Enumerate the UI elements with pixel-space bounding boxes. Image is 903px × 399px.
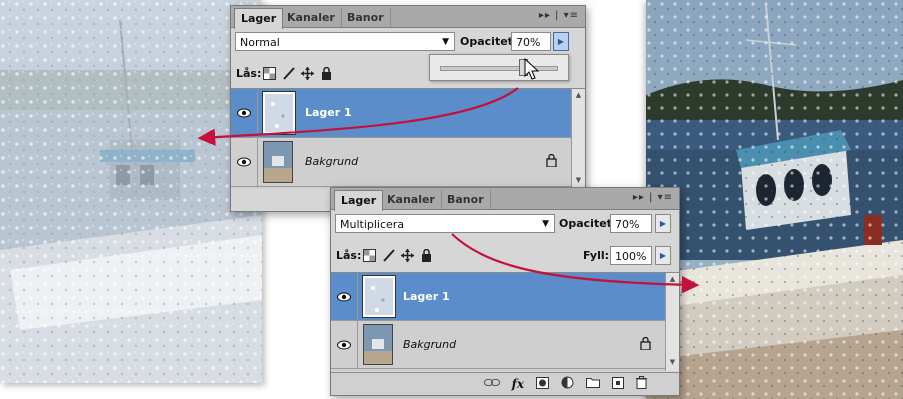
blend-mode-select[interactable]: Multiplicera ▼ (335, 214, 555, 233)
opacity-slider-button[interactable]: ▶ (655, 214, 671, 233)
layer-name: Bakgrund (305, 155, 359, 168)
layer-thumbnail (363, 324, 393, 365)
opacity-label: Opacitet: (559, 217, 617, 230)
fill-input[interactable]: 100% (610, 246, 652, 265)
layers-list: Lager 1 Bakgrund ▲ ▼ (231, 88, 585, 189)
trash-icon[interactable] (636, 376, 647, 392)
visibility-eye-icon[interactable] (231, 89, 258, 137)
tab-banor[interactable]: Banor (341, 8, 391, 27)
visibility-eye-icon[interactable] (331, 321, 358, 368)
lock-move-icon[interactable] (301, 67, 314, 80)
layer-lock-icon (546, 153, 557, 170)
layer-thumbnail (263, 141, 293, 183)
mask-icon[interactable] (536, 376, 549, 392)
tab-lager[interactable]: Lager (334, 190, 384, 211)
layer-row-lager-1[interactable]: Lager 1 (331, 273, 665, 321)
visibility-eye-icon[interactable] (331, 273, 358, 320)
opacity-label: Opacitet: (460, 35, 518, 48)
fill-slider-button[interactable]: ▶ (655, 246, 671, 265)
layer-name: Lager 1 (305, 106, 352, 119)
lock-brush-icon[interactable] (282, 67, 295, 80)
adjustment-icon[interactable] (561, 376, 574, 392)
lock-transparency-icon[interactable] (363, 249, 376, 262)
fx-icon[interactable]: fx (512, 377, 524, 391)
boat-photo-multiply (646, 0, 903, 399)
chevron-down-icon: ▼ (542, 219, 549, 229)
opacity-slider-popup (429, 54, 569, 81)
lock-label: Lås: (336, 249, 362, 262)
lock-brush-icon[interactable] (382, 249, 395, 262)
photo-normal-blend (0, 0, 262, 383)
layer-row-lager-1[interactable]: Lager 1 (231, 89, 571, 138)
blend-mode-value: Normal (240, 36, 280, 49)
tab-kanaler[interactable]: Kanaler (281, 8, 342, 27)
folder-icon[interactable] (586, 377, 600, 391)
layers-list: Lager 1 Bakgrund ▲ ▼ (331, 272, 679, 371)
opacity-input[interactable]: 70% (610, 214, 652, 233)
tab-banor[interactable]: Banor (441, 190, 491, 209)
tab-kanaler[interactable]: Kanaler (381, 190, 442, 209)
blend-mode-select[interactable]: Normal ▼ (235, 32, 455, 51)
new-layer-icon[interactable] (612, 376, 624, 392)
layer-row-bakgrund[interactable]: Bakgrund (231, 138, 571, 187)
blend-mode-value: Multiplicera (340, 218, 405, 231)
panel-tab-bar: Lager Kanaler Banor ▸▸ | ▾≡ (331, 188, 679, 211)
layers-scrollbar[interactable]: ▲ ▼ (571, 89, 585, 189)
link-icon[interactable] (483, 378, 500, 391)
opacity-input[interactable]: 70% (511, 32, 551, 51)
panel-bottom-toolbar: fx (331, 372, 679, 395)
tab-lager[interactable]: Lager (234, 8, 284, 29)
lock-label: Lås: (236, 67, 262, 80)
lock-move-icon[interactable] (401, 249, 414, 262)
panel-menu-icon[interactable]: ▸▸ | ▾≡ (539, 10, 579, 21)
scroll-up-icon[interactable]: ▲ (572, 91, 585, 102)
layer-name: Bakgrund (403, 338, 457, 351)
boat-photo-normal (0, 0, 262, 383)
layers-scrollbar[interactable]: ▲ ▼ (665, 273, 679, 371)
layer-row-bakgrund[interactable]: Bakgrund (331, 321, 665, 369)
scroll-up-icon[interactable]: ▲ (666, 275, 679, 286)
layer-name: Lager 1 (403, 290, 450, 303)
fill-label: Fyll: (583, 249, 610, 262)
photo-multiply-blend (646, 0, 903, 399)
lock-all-icon[interactable] (420, 248, 433, 262)
scroll-down-icon[interactable]: ▼ (666, 358, 679, 369)
layers-panel-normal: Lager Kanaler Banor ▸▸ | ▾≡ Normal ▼ Opa… (230, 5, 586, 212)
layer-thumbnail (262, 91, 296, 135)
panel-tab-bar: Lager Kanaler Banor ▸▸ | ▾≡ (231, 6, 585, 29)
layers-panel-multiply: Lager Kanaler Banor ▸▸ | ▾≡ Multiplicera… (330, 187, 680, 396)
visibility-eye-icon[interactable] (231, 138, 258, 186)
chevron-down-icon: ▼ (442, 37, 449, 47)
scroll-down-icon[interactable]: ▼ (572, 176, 585, 187)
opacity-slider-button[interactable]: ▶ (553, 32, 569, 51)
panel-menu-icon[interactable]: ▸▸ | ▾≡ (633, 192, 673, 203)
lock-transparency-icon[interactable] (263, 67, 276, 80)
lock-all-icon[interactable] (320, 66, 333, 80)
mouse-cursor-icon (524, 58, 540, 80)
layer-thumbnail (362, 275, 396, 318)
layer-lock-icon (640, 336, 651, 353)
